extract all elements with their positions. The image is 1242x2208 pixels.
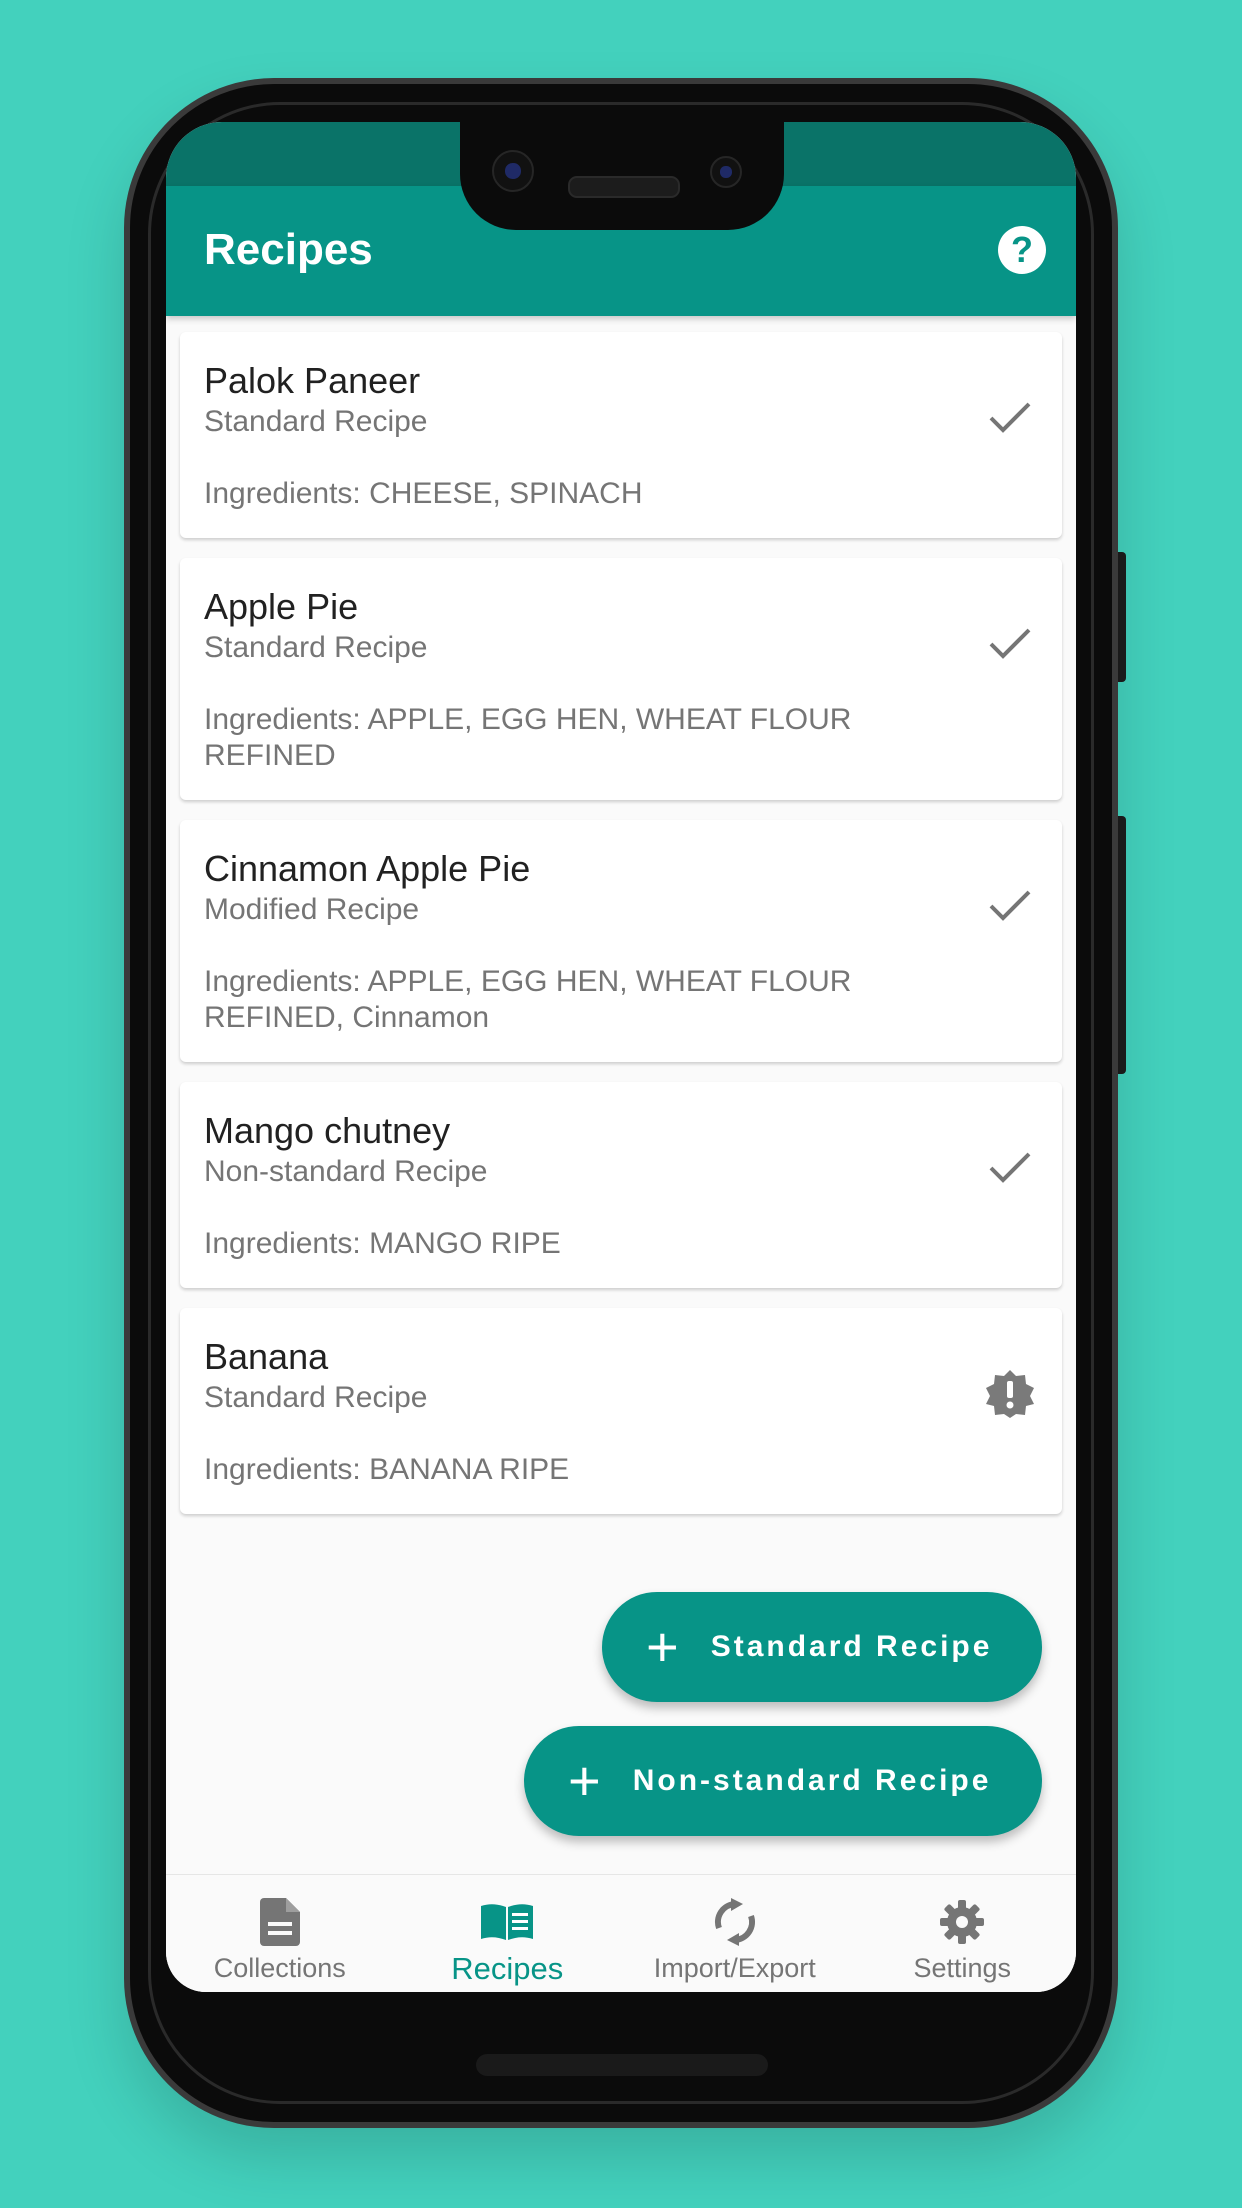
app-screen: Recipes ? Palok Paneer Standard Recipe I… (166, 122, 1076, 1992)
bottom-navigation: Collections Recipes Import/Export Settin… (166, 1874, 1076, 1992)
add-standard-recipe-button[interactable]: + Standard Recipe (602, 1592, 1042, 1702)
add-nonstandard-recipe-button[interactable]: + Non-standard Recipe (524, 1726, 1042, 1836)
recipe-type: Standard Recipe (204, 631, 428, 664)
plus-icon: + (568, 1749, 601, 1812)
nav-label: Settings (913, 1953, 1012, 1983)
page-title: Recipes (204, 225, 373, 274)
plus-icon: + (646, 1615, 679, 1678)
check-icon (982, 390, 1038, 446)
recipe-ingredients: Ingredients: MANGO RIPE (204, 1227, 561, 1260)
check-icon (982, 616, 1038, 672)
recipe-title: Apple Pie (204, 586, 359, 627)
front-sensor (710, 156, 742, 188)
recipe-card[interactable]: Apple Pie Standard Recipe Ingredients: A… (180, 558, 1062, 800)
phone-chin-speaker (476, 2054, 768, 2076)
nav-label: Import/Export (653, 1953, 816, 1983)
nav-label: Collections (213, 1953, 346, 1983)
recipe-ingredients: Ingredients: BANANA RIPE (204, 1453, 570, 1486)
recipe-type: Non-standard Recipe (204, 1155, 488, 1188)
recipe-title: Banana (204, 1336, 329, 1377)
recipe-ingredients: Ingredients: APPLE, EGG HEN, WHEAT FLOUR… (204, 703, 852, 772)
check-icon (982, 878, 1038, 934)
recipe-card[interactable]: Palok Paneer Standard Recipe Ingredients… (180, 332, 1062, 538)
nav-item-collections[interactable]: Collections (166, 1875, 394, 1992)
front-camera (492, 150, 534, 192)
recipe-list: Palok Paneer Standard Recipe Ingredients… (180, 332, 1062, 1534)
recipe-title: Cinnamon Apple Pie (204, 848, 531, 889)
recipe-title: Palok Paneer (204, 360, 421, 401)
sync-icon (713, 1897, 757, 1947)
earpiece-speaker (568, 176, 680, 198)
nav-item-recipes[interactable]: Recipes (394, 1875, 622, 1992)
warning-badge-icon (982, 1366, 1038, 1422)
recipe-ingredients: Ingredients: CHEESE, SPINACH (204, 477, 643, 510)
recipe-type: Modified Recipe (204, 893, 420, 926)
nav-item-settings[interactable]: Settings (849, 1875, 1077, 1992)
fab-label: Non-standard Recipe (632, 1764, 992, 1797)
recipe-card[interactable]: Cinnamon Apple Pie Modified Recipe Ingre… (180, 820, 1062, 1062)
recipe-type: Standard Recipe (204, 405, 428, 438)
phone-side-button (1118, 552, 1126, 682)
phone-notch (460, 120, 784, 230)
help-circle-icon: ? (1011, 229, 1033, 270)
recipe-ingredients: Ingredients: APPLE, EGG HEN, WHEAT FLOUR… (204, 965, 852, 1034)
recipe-card[interactable]: Mango chutney Non-standard Recipe Ingred… (180, 1082, 1062, 1288)
recipe-type: Standard Recipe (204, 1381, 428, 1414)
recipe-card[interactable]: Banana Standard Recipe Ingredients: BANA… (180, 1308, 1062, 1514)
nav-label: Recipes (451, 1951, 564, 1986)
recipe-title: Mango chutney (204, 1110, 451, 1151)
phone-volume-button (1118, 816, 1126, 1074)
nav-item-import-export[interactable]: Import/Export (621, 1875, 849, 1992)
open-book-icon (479, 1897, 535, 1947)
gear-icon (939, 1897, 985, 1947)
fab-label: Standard Recipe (710, 1630, 993, 1663)
check-icon (982, 1140, 1038, 1196)
document-icon (259, 1897, 300, 1947)
help-button[interactable]: ? (998, 226, 1046, 274)
